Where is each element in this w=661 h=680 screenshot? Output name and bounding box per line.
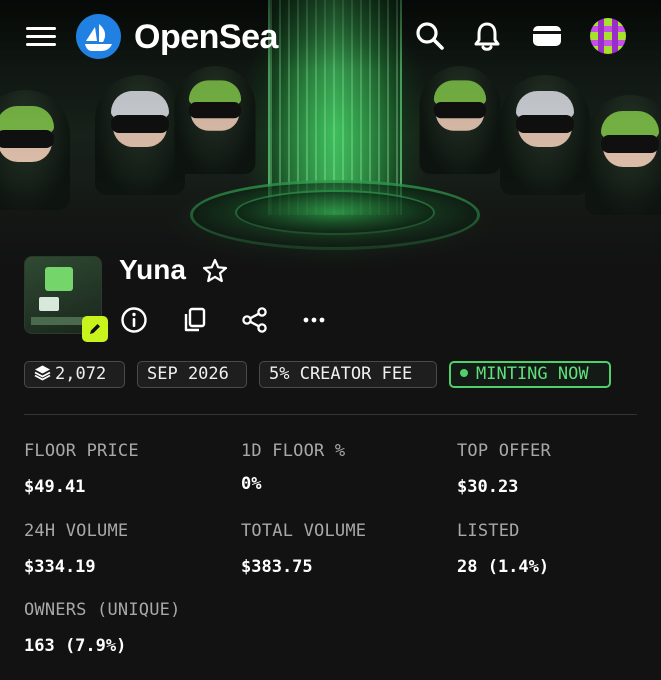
top-nav: OpenSea: [0, 0, 661, 72]
share-icon[interactable]: [240, 305, 270, 335]
stat-label: OWNERS (UNIQUE): [24, 600, 181, 620]
brand-name[interactable]: OpenSea: [134, 17, 278, 57]
more-icon[interactable]: [299, 305, 329, 335]
info-icon[interactable]: [119, 305, 149, 335]
layers-icon: [34, 365, 51, 381]
divider: [24, 414, 637, 415]
minting-status-tag[interactable]: MINTING NOW: [449, 361, 611, 388]
stat-floor-price: FLOOR PRICE $49.41: [24, 439, 224, 499]
menu-icon[interactable]: [26, 24, 56, 48]
stat-1d-floor: 1D FLOOR % 0%: [241, 439, 441, 496]
stat-value: $49.41: [24, 477, 86, 497]
opensea-logo-icon[interactable]: [76, 14, 121, 59]
items-count-tag: 2,072: [24, 361, 125, 388]
stat-24h-volume: 24H VOLUME $334.19: [24, 519, 224, 579]
edit-icon[interactable]: [82, 316, 108, 342]
stat-total-volume: TOTAL VOLUME $383.75: [241, 519, 441, 579]
minting-status-label: MINTING NOW: [476, 364, 589, 384]
stat-label: 24H VOLUME: [24, 521, 129, 541]
stat-value: 0%: [241, 474, 262, 494]
avatar[interactable]: [590, 18, 626, 54]
stat-value: $30.23: [457, 477, 519, 497]
stat-label: FLOOR PRICE: [24, 441, 139, 461]
stat-value: 28 (1.4%): [457, 557, 550, 577]
stat-label: LISTED: [457, 521, 520, 541]
stat-label: 1D FLOOR %: [241, 441, 346, 461]
collection-name: Yuna: [119, 254, 186, 285]
search-icon[interactable]: [412, 18, 448, 54]
creator-fee-tag: 5% CREATOR FEE: [259, 361, 437, 388]
stat-value: $334.19: [24, 557, 96, 577]
star-icon[interactable]: [200, 256, 230, 286]
date-tag: SEP 2026: [137, 361, 247, 388]
status-dot-icon: [460, 369, 468, 377]
wallet-icon[interactable]: [529, 18, 565, 54]
stat-label: TOTAL VOLUME: [241, 521, 367, 541]
copy-icon[interactable]: [180, 305, 210, 335]
stat-top-offer: TOP OFFER $30.23: [457, 439, 657, 499]
stat-owners: OWNERS (UNIQUE) 163 (7.9%): [24, 598, 284, 658]
stat-value: 163 (7.9%): [24, 636, 127, 656]
bell-icon[interactable]: [469, 18, 505, 54]
stat-listed: LISTED 28 (1.4%): [457, 519, 657, 579]
stat-value: $383.75: [241, 557, 313, 577]
stat-label: TOP OFFER: [457, 441, 551, 461]
items-count: 2,072: [55, 364, 107, 384]
